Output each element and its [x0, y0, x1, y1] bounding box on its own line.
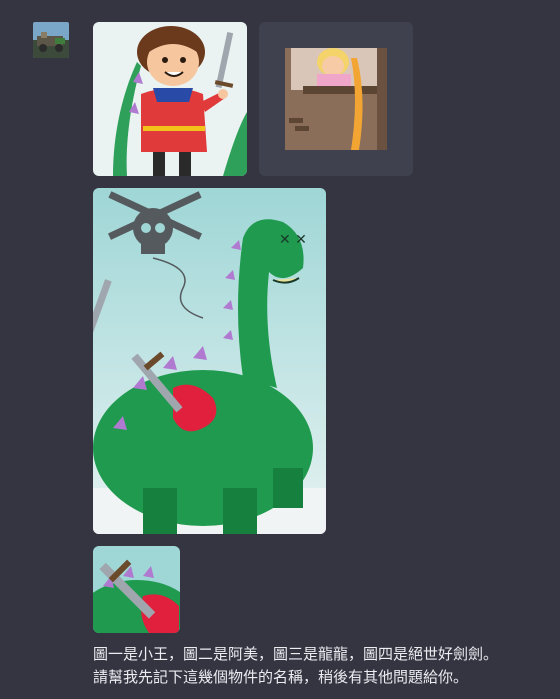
svg-text:✕ ✕: ✕ ✕ [279, 232, 307, 248]
user-avatar-icon [33, 22, 69, 58]
image-attachment-dragon[interactable]: ✕ ✕ [93, 188, 326, 534]
image-attachment-prince[interactable] [93, 22, 247, 176]
image-attachment-sword[interactable] [93, 546, 180, 633]
image-attachment-princess[interactable] [259, 22, 413, 176]
user-message-text: 圖一是小王，圖二是阿美，圖三是龍龍，圖四是絕世好劍劍。 請幫我先記下這幾個物件的… [93, 645, 499, 686]
user-avatar [33, 22, 69, 58]
